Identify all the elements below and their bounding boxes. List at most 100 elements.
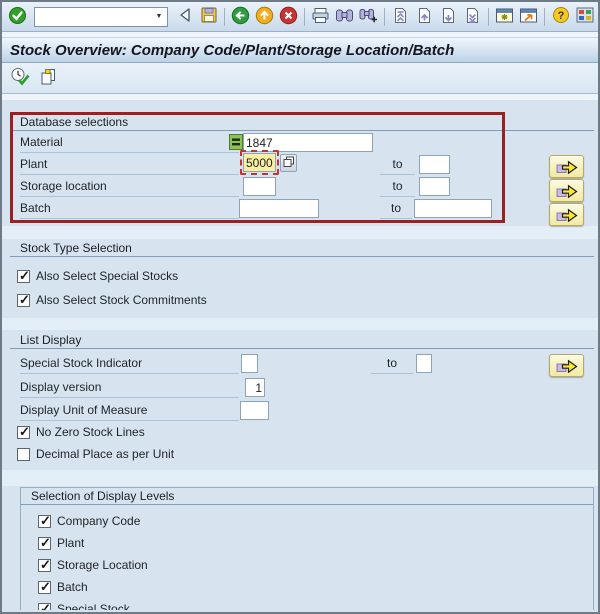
checkbox-company-code[interactable]: Company Code bbox=[38, 513, 140, 529]
checkbox-box[interactable] bbox=[17, 447, 30, 461]
new-session-button[interactable] bbox=[493, 5, 516, 29]
toolbar-separator bbox=[224, 7, 225, 26]
display-levels-frame: Selection of Display Levels Company Code… bbox=[20, 487, 594, 610]
focus-annotation bbox=[240, 150, 279, 175]
create-shortcut-button[interactable] bbox=[517, 5, 540, 29]
checkbox-box[interactable] bbox=[38, 513, 51, 529]
back-triangle-button[interactable] bbox=[173, 5, 196, 29]
checkbox-label: Also Select Stock Commitments bbox=[36, 293, 207, 307]
checkbox-label: Decimal Place as per Unit bbox=[36, 447, 175, 461]
storage-location-to-input[interactable] bbox=[419, 177, 450, 196]
enter-button[interactable] bbox=[6, 5, 29, 29]
checkbox-label: Storage Location bbox=[57, 558, 148, 572]
find-button[interactable] bbox=[333, 5, 356, 29]
find-icon bbox=[335, 7, 354, 26]
spacer-strip bbox=[2, 318, 598, 330]
storage-location-multiselect-button[interactable] bbox=[549, 179, 584, 202]
special-stock-indicator-to-input[interactable] bbox=[416, 354, 432, 373]
execute-icon bbox=[10, 67, 30, 89]
value-overview-icon bbox=[283, 156, 295, 171]
toolbar-separator bbox=[384, 7, 385, 26]
checkbox-label: Special Stock bbox=[57, 602, 130, 610]
customize-layout-icon bbox=[576, 7, 594, 26]
exit-icon bbox=[255, 6, 274, 28]
last-page-button[interactable] bbox=[461, 5, 484, 29]
application-toolbar bbox=[2, 63, 598, 94]
special-stock-multiselect-button[interactable] bbox=[549, 354, 584, 377]
previous-page-button[interactable] bbox=[413, 5, 436, 29]
multiselect-icon bbox=[555, 181, 579, 201]
print-icon bbox=[311, 7, 330, 27]
batch-label: Batch bbox=[20, 198, 239, 219]
first-page-button[interactable] bbox=[389, 5, 412, 29]
checkbox-box[interactable] bbox=[17, 268, 30, 284]
batch-to-input[interactable] bbox=[414, 199, 492, 218]
execute-button[interactable] bbox=[8, 66, 31, 90]
print-button[interactable] bbox=[309, 5, 332, 29]
multiselect-icon bbox=[555, 205, 579, 225]
checkbox-box[interactable] bbox=[17, 292, 30, 308]
spacer-strip bbox=[2, 94, 598, 100]
enter-icon bbox=[8, 6, 27, 28]
display-version-input[interactable] bbox=[245, 378, 265, 397]
to-label: to bbox=[380, 176, 415, 197]
checkbox-no-zero-stock-lines[interactable]: No Zero Stock Lines bbox=[17, 424, 145, 440]
checkbox-box[interactable] bbox=[38, 557, 51, 573]
material-label: Material bbox=[20, 132, 239, 153]
batch-multiselect-button[interactable] bbox=[549, 203, 584, 226]
checkbox-box[interactable] bbox=[17, 424, 30, 440]
storage-location-label: Storage location bbox=[20, 176, 239, 197]
find-next-button[interactable] bbox=[357, 5, 380, 29]
exit-button[interactable] bbox=[253, 5, 276, 29]
checkbox-special-stock[interactable]: Special Stock bbox=[38, 601, 130, 610]
checkbox-box[interactable] bbox=[38, 579, 51, 595]
checkbox-box[interactable] bbox=[38, 601, 51, 610]
storage-location-from-input[interactable] bbox=[243, 177, 276, 196]
to-label: to bbox=[380, 198, 412, 219]
display-unit-of-measure-input[interactable] bbox=[240, 401, 269, 420]
display-unit-of-measure-label: Display Unit of Measure bbox=[20, 400, 239, 421]
checkbox-label: Also Select Special Stocks bbox=[36, 269, 179, 283]
checkbox-label: Company Code bbox=[57, 514, 141, 528]
title-bar: Stock Overview: Company Code/Plant/Stora… bbox=[2, 38, 598, 63]
batch-from-input[interactable] bbox=[239, 199, 319, 218]
back-icon bbox=[231, 6, 250, 28]
help-icon: ? bbox=[552, 6, 570, 27]
help-button[interactable]: ? bbox=[549, 5, 572, 29]
previous-page-icon bbox=[416, 7, 433, 27]
checkbox-also-select-special-stocks[interactable]: Also Select Special Stocks bbox=[17, 268, 178, 284]
command-input[interactable] bbox=[35, 7, 151, 26]
checkbox-batch[interactable]: Batch bbox=[38, 579, 88, 595]
toolbar-separator bbox=[544, 7, 545, 26]
checkbox-plant[interactable]: Plant bbox=[38, 535, 84, 551]
selection-screen: Database selections Material Plant to St… bbox=[2, 94, 598, 610]
checkbox-decimal-place-as-per-unit[interactable]: Decimal Place as per Unit bbox=[17, 446, 174, 462]
checkbox-box[interactable] bbox=[38, 535, 51, 551]
next-page-icon bbox=[440, 7, 457, 27]
plant-multiselect-button[interactable] bbox=[549, 155, 584, 178]
toolbar-separator bbox=[304, 7, 305, 26]
standard-toolbar: ▼ ? bbox=[2, 2, 598, 32]
checkbox-also-select-stock-commitments[interactable]: Also Select Stock Commitments bbox=[17, 292, 207, 308]
plant-to-input[interactable] bbox=[419, 155, 450, 174]
checkbox-label: Plant bbox=[57, 536, 85, 550]
next-page-button[interactable] bbox=[437, 5, 460, 29]
command-field: ▼ bbox=[34, 6, 168, 27]
value-overview-button[interactable] bbox=[280, 154, 297, 172]
get-variant-button[interactable] bbox=[37, 66, 60, 90]
save-icon bbox=[200, 6, 218, 27]
section-header-database-selections: Database selections bbox=[10, 114, 594, 131]
save-button[interactable] bbox=[197, 5, 220, 29]
cancel-button[interactable] bbox=[277, 5, 300, 29]
section-header-stock-type-selection: Stock Type Selection bbox=[10, 240, 594, 257]
back-triangle-icon bbox=[177, 7, 193, 26]
plant-from-input[interactable] bbox=[243, 153, 276, 172]
customize-layout-button[interactable] bbox=[573, 5, 596, 29]
chevron-down-icon[interactable]: ▼ bbox=[152, 9, 166, 25]
special-stock-indicator-label: Special Stock Indicator bbox=[20, 353, 239, 374]
special-stock-indicator-from-input[interactable] bbox=[241, 354, 258, 373]
cancel-icon bbox=[279, 6, 298, 28]
checkbox-storage-location[interactable]: Storage Location bbox=[38, 557, 148, 573]
last-page-icon bbox=[464, 7, 481, 27]
back-button[interactable] bbox=[229, 5, 252, 29]
